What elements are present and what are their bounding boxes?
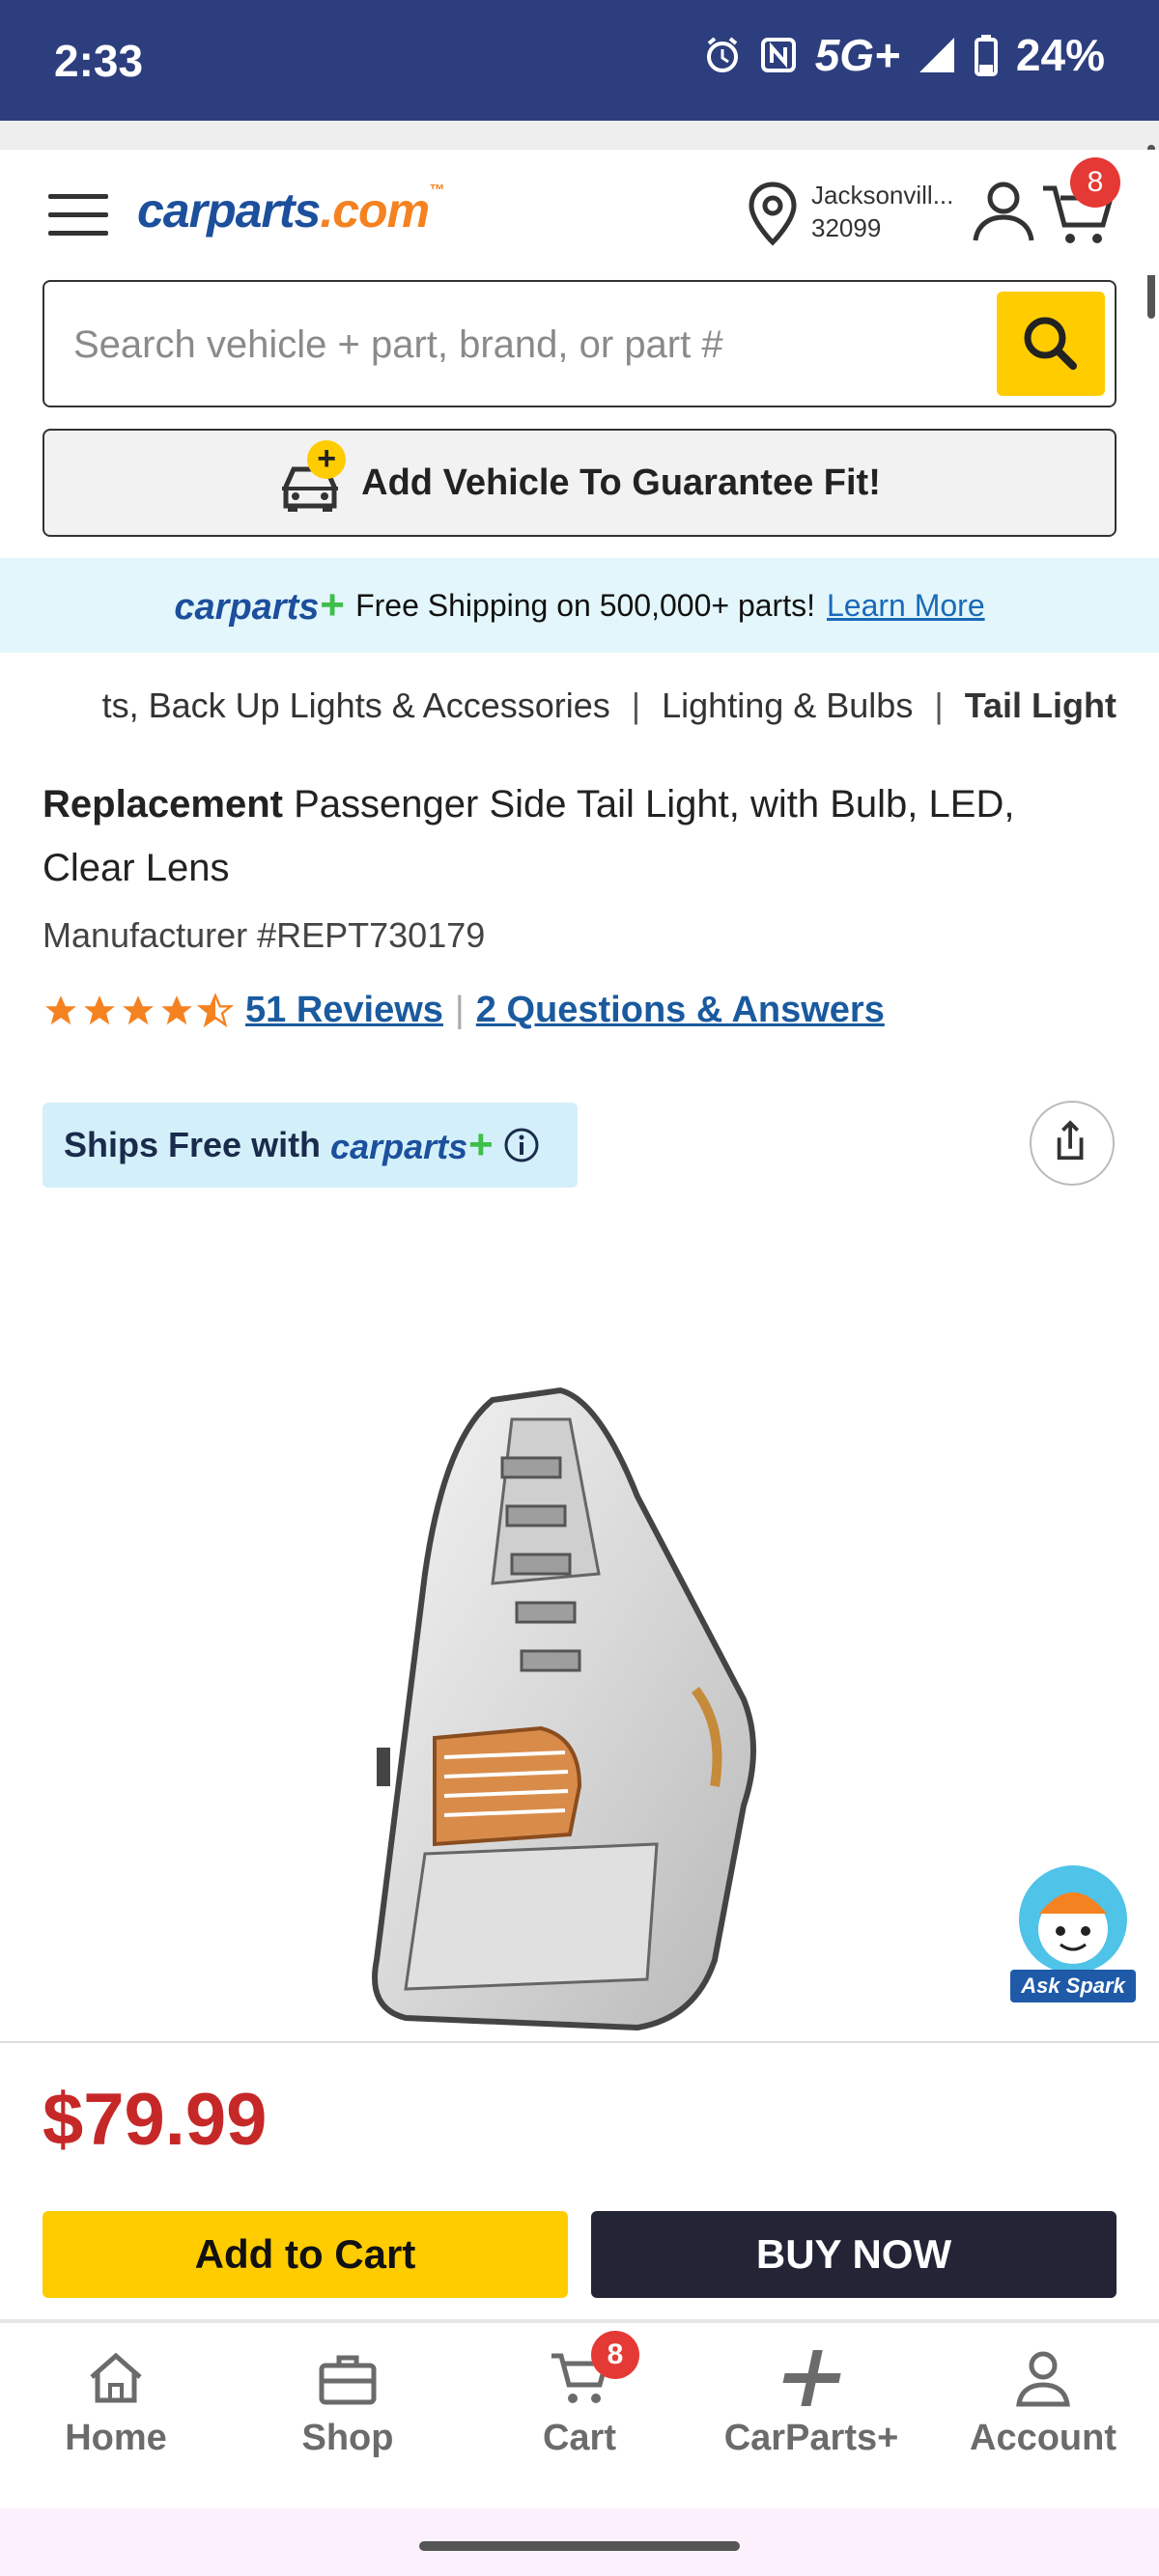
nav-shop[interactable]: Shop xyxy=(232,2323,464,2506)
home-icon xyxy=(90,2352,142,2403)
search-button[interactable] xyxy=(997,292,1105,396)
add-car-icon: + xyxy=(278,440,347,512)
home-gesture-bar[interactable] xyxy=(419,2541,740,2551)
account-icon xyxy=(1016,2351,1070,2407)
battery-icon xyxy=(974,35,998,76)
star-icon xyxy=(161,994,192,1024)
location-city: Jacksonvill... xyxy=(811,181,954,210)
half-star-icon xyxy=(197,992,234,1027)
location-zip: 32099 xyxy=(811,213,882,242)
site-header: carparts.com™ Jacksonvill... 32099 8 xyxy=(0,150,1159,275)
alarm-icon xyxy=(706,37,738,72)
info-icon[interactable] xyxy=(502,1126,541,1164)
ask-spark-label: Ask Spark xyxy=(1010,1970,1136,2002)
status-divider xyxy=(0,121,1159,150)
bottom-navigation: Home Shop Cart 8 CarParts+ Account xyxy=(0,2323,1159,2506)
ask-spark-chat-button[interactable]: Ask Spark xyxy=(1010,1862,1136,2006)
nav-carparts-plus[interactable]: CarParts+ xyxy=(695,2323,927,2506)
reviews-link[interactable]: 51 Reviews xyxy=(245,990,443,1031)
star-icon xyxy=(45,994,76,1024)
menu-icon[interactable] xyxy=(48,194,108,237)
breadcrumb-current: Tail Light xyxy=(964,686,1117,725)
free-shipping-text: Free Shipping on 500,000+ parts! xyxy=(355,587,815,623)
nav-home-label: Home xyxy=(65,2418,167,2458)
learn-more-link[interactable]: Learn More xyxy=(827,588,985,624)
toolbox-icon xyxy=(319,2355,377,2405)
product-image[interactable] xyxy=(348,1381,802,2037)
nav-cart[interactable]: Cart 8 xyxy=(464,2323,695,2506)
nav-home[interactable]: Home xyxy=(0,2323,232,2506)
product-brand: Replacement xyxy=(42,783,283,826)
status-bar: 2:33 5G+ 24% xyxy=(0,0,1159,121)
ships-free-badge[interactable]: Ships Free with carparts+ xyxy=(42,1103,578,1188)
location-pin-icon[interactable] xyxy=(744,181,802,246)
share-button[interactable] xyxy=(1030,1101,1115,1186)
nav-cart-label: Cart xyxy=(542,2418,617,2458)
network-type: 5G+ xyxy=(814,30,900,80)
breadcrumb: ts, Back Up Lights & Accessories | Light… xyxy=(42,686,1117,734)
add-vehicle-button[interactable]: + Add Vehicle To Guarantee Fit! xyxy=(42,429,1117,537)
status-time: 2:33 xyxy=(54,36,144,86)
rating-divider: | xyxy=(454,990,465,1030)
breadcrumb-item[interactable]: Lighting & Bulbs xyxy=(662,686,913,734)
breadcrumb-separator: | xyxy=(631,686,641,725)
carparts-plus-logo: carparts+ xyxy=(174,581,345,629)
nav-account-label: Account xyxy=(970,2418,1117,2458)
search-input[interactable] xyxy=(73,311,1001,378)
product-title: Replacement Passenger Side Tail Light, w… xyxy=(42,772,1117,900)
gesture-area xyxy=(0,2508,1159,2576)
search-bar xyxy=(42,280,1117,407)
breadcrumb-separator: | xyxy=(934,686,944,725)
search-icon xyxy=(1024,317,1077,370)
location-selector[interactable]: Jacksonvill... 32099 xyxy=(811,179,953,244)
spark-mascot-icon xyxy=(1019,1865,1127,1974)
nav-carparts-plus-label: CarParts+ xyxy=(723,2418,899,2458)
add-to-cart-button[interactable]: Add to Cart xyxy=(42,2211,568,2298)
manufacturer-number: Manufacturer #REPT730179 xyxy=(42,915,486,955)
section-divider xyxy=(0,2041,1159,2043)
share-icon xyxy=(1057,1120,1084,1161)
qa-link[interactable]: 2 Questions & Answers xyxy=(476,990,885,1031)
free-shipping-banner: carparts+ Free Shipping on 500,000+ part… xyxy=(0,558,1159,653)
buy-now-button[interactable]: BUY NOW xyxy=(591,2211,1117,2298)
star-icon xyxy=(123,994,154,1024)
breadcrumb-item[interactable]: ts, Back Up Lights & Accessories xyxy=(102,686,610,734)
rating-row: 51 Reviews | 2 Questions & Answers xyxy=(42,990,885,1031)
nav-cart-badge: 8 xyxy=(591,2331,639,2379)
product-price: $79.99 xyxy=(42,2079,268,2161)
battery-level: 24% xyxy=(1015,30,1105,80)
nfc-icon xyxy=(760,38,796,72)
signal-icon xyxy=(919,38,954,72)
carparts-plus-logo: carparts+ xyxy=(330,1121,493,1168)
star-icon xyxy=(84,994,115,1024)
carparts-plus-icon xyxy=(782,2350,841,2406)
site-logo[interactable]: carparts.com™ xyxy=(137,182,444,238)
cart-count-badge: 8 xyxy=(1070,157,1120,208)
status-icons: 5G+ 24% xyxy=(703,29,1105,81)
user-icon[interactable] xyxy=(970,177,1037,244)
nav-shop-label: Shop xyxy=(301,2418,394,2458)
star-rating[interactable] xyxy=(42,992,234,1029)
ships-free-text: Ships Free with xyxy=(64,1125,322,1164)
add-vehicle-label: Add Vehicle To Guarantee Fit! xyxy=(361,462,881,503)
nav-account[interactable]: Account xyxy=(927,2323,1159,2506)
